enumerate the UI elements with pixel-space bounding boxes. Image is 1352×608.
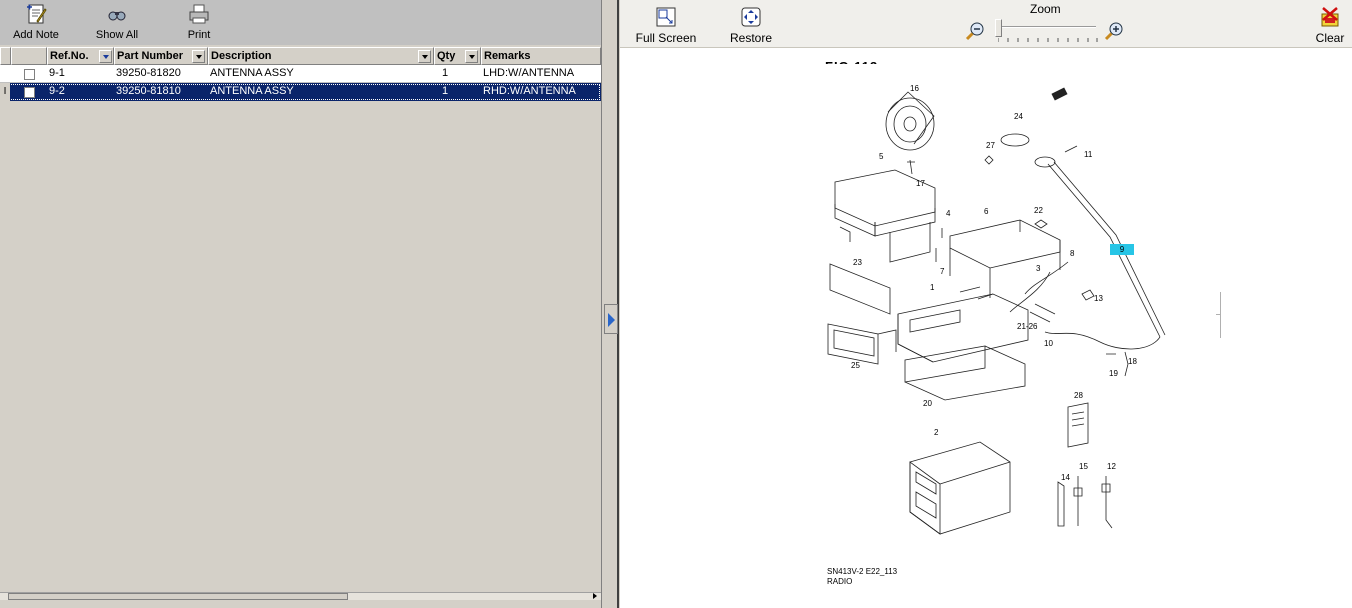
binoculars-icon <box>108 11 126 21</box>
qty-cell: 1 <box>442 85 449 97</box>
callout-number: 8 <box>1070 249 1075 258</box>
callout-number: 11 <box>1084 150 1093 159</box>
col-ref-no[interactable]: Ref.No. <box>47 47 114 65</box>
pane-splitter[interactable] <box>601 0 619 608</box>
callout-number: 1 <box>930 283 935 292</box>
ref-no-cell: 9-1 <box>49 67 65 79</box>
filter-dropdown-icon[interactable] <box>465 50 478 63</box>
callout-number: 24 <box>1014 112 1023 121</box>
print-label: Print <box>187 29 211 41</box>
diagram-viewer: Full Screen Restore Zoom Clear 16 24 27 … <box>620 0 1352 608</box>
callout-number: 16 <box>910 84 919 93</box>
parts-toolbar: Add Note Show All Print <box>0 0 601 45</box>
row-selector-header <box>0 47 11 65</box>
description-cell: ANTENNA ASSY <box>210 85 294 97</box>
parts-list-pane: Add Note Show All Print Ref.No. Part Num… <box>0 0 601 608</box>
full-screen-button[interactable]: Full Screen <box>634 6 698 45</box>
callout-number: 13 <box>1094 294 1103 303</box>
filter-dropdown-icon[interactable] <box>418 50 431 63</box>
add-note-icon <box>27 4 47 24</box>
callout-number: 5 <box>879 152 884 161</box>
col-remarks[interactable]: Remarks <box>481 47 601 65</box>
qty-cell: 1 <box>442 67 449 79</box>
filter-dropdown-icon[interactable] <box>192 50 205 63</box>
show-all-button[interactable]: Show All <box>92 3 142 43</box>
callout-number: 3 <box>1036 264 1041 273</box>
printer-icon <box>189 4 209 24</box>
callout-number: 27 <box>986 141 995 150</box>
callout-number: 17 <box>916 179 925 188</box>
viewer-toolbar: Full Screen Restore Zoom Clear <box>620 0 1352 48</box>
clear-button[interactable]: Clear <box>1312 6 1348 45</box>
row-indicator <box>0 65 10 83</box>
restore-label: Restore <box>729 31 773 45</box>
col-part-number-label: Part Number <box>117 50 184 62</box>
viewer-scroll-marker <box>1216 292 1228 338</box>
table-row-selected[interactable]: I 9-2 39250-81810 ANTENNA ASSY 1 RHD:W/A… <box>0 83 601 101</box>
callout-number: 6 <box>984 207 989 216</box>
callout-number: 19 <box>1109 369 1118 378</box>
diagram-name: RADIO <box>827 577 853 586</box>
callout-number: 20 <box>923 399 932 408</box>
row-checkbox[interactable] <box>24 69 35 80</box>
zoom-slider-track[interactable] <box>996 26 1096 28</box>
zoom-slider-thumb[interactable] <box>995 19 1002 37</box>
sort-dropdown-icon[interactable] <box>99 50 112 63</box>
col-description[interactable]: Description <box>208 47 434 65</box>
scrollbar-thumb[interactable] <box>8 593 348 600</box>
zoom-out-icon[interactable] <box>964 20 986 42</box>
callout-number: 7 <box>940 267 945 276</box>
part-number-cell: 39250-81810 <box>116 85 181 97</box>
description-cell: ANTENNA ASSY <box>210 67 294 79</box>
grid-header: Ref.No. Part Number Description Qty Rema… <box>0 47 601 65</box>
col-part-number[interactable]: Part Number <box>114 47 208 65</box>
row-checkbox[interactable] <box>24 87 35 98</box>
callout-number: 25 <box>851 361 860 370</box>
remarks-cell: RHD:W/ANTENNA <box>483 85 576 97</box>
callout-number: 14 <box>1061 473 1070 482</box>
highlighted-callout[interactable]: 9 <box>1110 244 1134 255</box>
show-all-label: Show All <box>95 29 139 41</box>
zoom-ticks <box>998 38 1098 42</box>
col-ref-no-label: Ref.No. <box>50 50 89 62</box>
diagram-code: SN413V-2 E22_113 <box>827 567 898 576</box>
callout-number: 28 <box>1074 391 1083 400</box>
clear-icon <box>1321 7 1339 27</box>
remarks-cell: LHD:W/ANTENNA <box>483 67 575 79</box>
ref-no-cell: 9-2 <box>49 85 65 97</box>
horizontal-scrollbar[interactable] <box>0 592 601 600</box>
print-button[interactable]: Print <box>182 3 216 43</box>
clear-label: Clear <box>1315 31 1345 45</box>
col-description-label: Description <box>211 50 272 62</box>
callout-number: 15 <box>1079 462 1088 471</box>
add-note-button[interactable]: Add Note <box>8 3 64 43</box>
expand-pane-arrow-icon[interactable] <box>604 304 618 334</box>
table-row[interactable]: 9-1 39250-81820 ANTENNA ASSY 1 LHD:W/ANT… <box>0 65 601 83</box>
callout-number: 2 <box>934 428 939 437</box>
callout-number: 21-26 <box>1017 322 1038 331</box>
restore-button[interactable]: Restore <box>726 6 776 45</box>
callout-number: 4 <box>946 209 951 218</box>
col-qty-label: Qty <box>437 50 456 62</box>
scroll-right-arrow-icon[interactable] <box>591 593 599 600</box>
part-number-cell: 39250-81820 <box>116 67 181 79</box>
restore-icon <box>741 7 761 27</box>
col-qty[interactable]: Qty <box>434 47 481 65</box>
zoom-in-icon[interactable] <box>1103 20 1125 42</box>
checkbox-column-header <box>11 47 47 65</box>
callout-number: 22 <box>1034 206 1043 215</box>
col-remarks-label: Remarks <box>484 50 531 62</box>
parts-grid: Ref.No. Part Number Description Qty Rema… <box>0 47 601 600</box>
callout-number: 12 <box>1107 462 1116 471</box>
add-note-label: Add Note <box>13 29 59 41</box>
callout-number: 18 <box>1128 357 1137 366</box>
callout-number: 23 <box>853 258 862 267</box>
row-indicator: I <box>0 83 10 101</box>
full-screen-icon <box>656 7 676 27</box>
full-screen-label: Full Screen <box>635 31 697 45</box>
callout-number: 10 <box>1044 339 1053 348</box>
zoom-label: Zoom <box>1030 2 1061 16</box>
